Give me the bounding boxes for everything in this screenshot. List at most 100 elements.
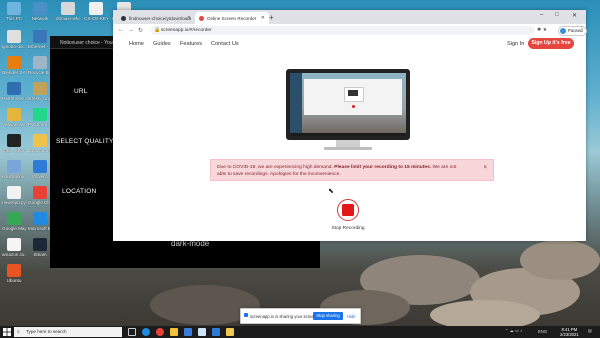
desktop-icon[interactable]: domain-who... (56, 2, 80, 21)
minimize-button[interactable]: – (540, 12, 543, 18)
tray-icons[interactable]: ⌃ ☁ ▭ ♪ (505, 328, 522, 333)
mail-taskbar-icon[interactable] (198, 328, 206, 336)
desktop-icon[interactable]: This PC (2, 2, 26, 21)
taskbar-search-input[interactable]: ⌕ Type here to search (14, 327, 122, 337)
desktop-icon-label: Microsoft Edge (28, 226, 52, 231)
desktop-icon-label: ignoba-doc... (2, 44, 26, 49)
desktop-icon-image (33, 134, 47, 147)
new-tab-button[interactable]: + (269, 13, 274, 22)
desktop-icon[interactable]: Steam (28, 238, 52, 257)
back-icon[interactable]: ← (118, 27, 124, 33)
desktop-icon-image (33, 2, 47, 15)
desktop-icon-image (7, 186, 21, 199)
covid-notice-banner: Due to COVID-19, we are experiencing hig… (210, 159, 494, 181)
notice-close-icon[interactable]: × (483, 165, 487, 172)
tab-screen-recorder[interactable]: Online Screen Recorder ✕ (195, 12, 269, 24)
desktop-icon[interactable]: Microsoft Edge (28, 212, 52, 231)
clock-date: 2/23/2021 (560, 332, 579, 337)
tab-close-icon[interactable]: ✕ (261, 15, 265, 21)
desktop-icon-image (33, 30, 47, 43)
task-view-icon[interactable] (128, 328, 136, 336)
desktop-icon-image (7, 238, 21, 251)
monitor-base (324, 147, 372, 150)
desktop-icon[interactable]: amazon.cu... (2, 238, 26, 257)
taskbar-clock[interactable]: 8:41 PM 2/23/2021 (560, 327, 579, 337)
python-taskbar-icon[interactable] (226, 328, 234, 336)
notice-bold-text: Please limit your recording to 15 minute… (334, 165, 432, 170)
sign-up-button[interactable]: Sign Up it's free (528, 38, 574, 49)
desktop-icon[interactable]: amazon.rec... (28, 134, 52, 153)
close-window-button[interactable]: ✕ (572, 12, 577, 19)
edge-taskbar-icon[interactable] (142, 328, 150, 336)
desktop-icon[interactable]: Recycle Bin (28, 56, 52, 75)
desktop-icon[interactable]: stresh_circle... (28, 82, 52, 101)
notification-icon[interactable]: ▤ (588, 328, 592, 333)
tab-title: Online Screen Recorder (207, 15, 257, 21)
search-placeholder: Type here to search (26, 329, 67, 334)
desktop-icon[interactable]: Google Chrome (28, 186, 52, 205)
extensions-icon[interactable]: ✱ ★ (537, 27, 547, 33)
tab-close-icon[interactable]: ✕ (187, 15, 191, 21)
language-indicator[interactable]: ENG (538, 329, 547, 334)
forward-icon[interactable]: → (128, 27, 134, 33)
stop-recording-button[interactable] (337, 199, 359, 221)
nav-contact[interactable]: Contact Us (211, 41, 239, 47)
desktop-icon-label: stresh_circle... (28, 96, 52, 101)
browser-window[interactable]: findnouser-choice/ytdownloader ✕ Online … (113, 10, 587, 241)
monitor-preview-image (286, 69, 410, 153)
menu-icon[interactable]: ⋮ (579, 26, 585, 33)
desktop-icon-label: Google Chrome (28, 200, 52, 205)
desktop-icon-image (33, 186, 47, 199)
desktop-icon[interactable]: Ethernet - Shortcut (28, 30, 52, 49)
desktop-icon[interactable]: VMware Workstation... (2, 108, 26, 127)
desktop-icon[interactable]: Ubuntu (2, 264, 26, 283)
desktop-icon[interactable]: Parrot-secur... (2, 82, 26, 101)
nav-guides[interactable]: Guides (153, 41, 171, 47)
nav-features[interactable]: Features (180, 41, 202, 47)
desktop-icon[interactable]: ignoba-doc... (2, 30, 26, 49)
desktop-icon[interactable]: Blender 3.6 (2, 56, 26, 75)
stop-sharing-button[interactable]: Stop sharing (313, 311, 343, 320)
desktop-icon-image (33, 56, 47, 69)
select-quality-label: SELECT QUALITY (56, 138, 114, 145)
explorer-taskbar-icon[interactable] (170, 328, 178, 336)
desktop-icon-label: domain-who... (56, 16, 80, 21)
sharing-icon (244, 313, 248, 317)
vscode-taskbar-icon[interactable] (212, 328, 220, 336)
desktop-icon-label: Ubuntu (6, 278, 22, 283)
desktop-icon[interactable]: CS-CE-KEYS... (84, 2, 108, 21)
url-label: URL (74, 88, 88, 95)
sign-in-link[interactable]: Sign In (507, 41, 524, 47)
store-taskbar-icon[interactable] (184, 328, 192, 336)
screen-preview (290, 73, 406, 136)
url-input[interactable]: 🔒 screenapp.io/#/recorder (151, 26, 535, 35)
hide-button[interactable]: Hide (347, 314, 356, 319)
desktop-icon-label: cmd - Shortcut (2, 148, 26, 153)
desktop-icon-label: Blender 3.6 (2, 70, 26, 75)
stop-recording-label: Stop Recording (331, 226, 365, 231)
tab-strip: findnouser-choice/ytdownloader ✕ Online … (113, 10, 586, 24)
desktop-icon[interactable]: educational video... (2, 160, 26, 179)
desktop-icon[interactable]: cmd - Shortcut (2, 134, 26, 153)
desktop-icon[interactable]: Google Maps (2, 212, 26, 231)
desktop-icon-image (7, 2, 21, 15)
maximize-button[interactable]: □ (555, 12, 559, 18)
desktop-icon[interactable]: Vs.ver... (28, 160, 52, 179)
desktop-icon[interactable]: newrepo.py (2, 186, 26, 205)
avatar (560, 28, 566, 34)
desktop-icon-label: This PC (5, 16, 23, 21)
taskbar: ⌕ Type here to search ⌃ ☁ ▭ ♪ ENG 8:41 P… (0, 326, 600, 338)
desktop-icon[interactable]: PyCharm Commun... (28, 108, 52, 127)
desktop-icon-image (33, 238, 47, 251)
desktop-icon-image (7, 56, 21, 69)
desktop-icon-label: Steam (33, 252, 47, 257)
reload-icon[interactable]: ↻ (138, 27, 143, 34)
tab-ytdownloader[interactable]: findnouser-choice/ytdownloader ✕ (117, 12, 195, 24)
nav-home[interactable]: Home (129, 41, 144, 47)
desktop-icon[interactable]: Network (28, 2, 52, 21)
windows-start-icon[interactable] (3, 328, 11, 336)
lock-icon: 🔒 (154, 27, 161, 33)
github-icon (121, 15, 126, 21)
chrome-taskbar-icon[interactable] (156, 328, 164, 336)
desktop-icon-label: Vs.ver... (31, 174, 49, 179)
